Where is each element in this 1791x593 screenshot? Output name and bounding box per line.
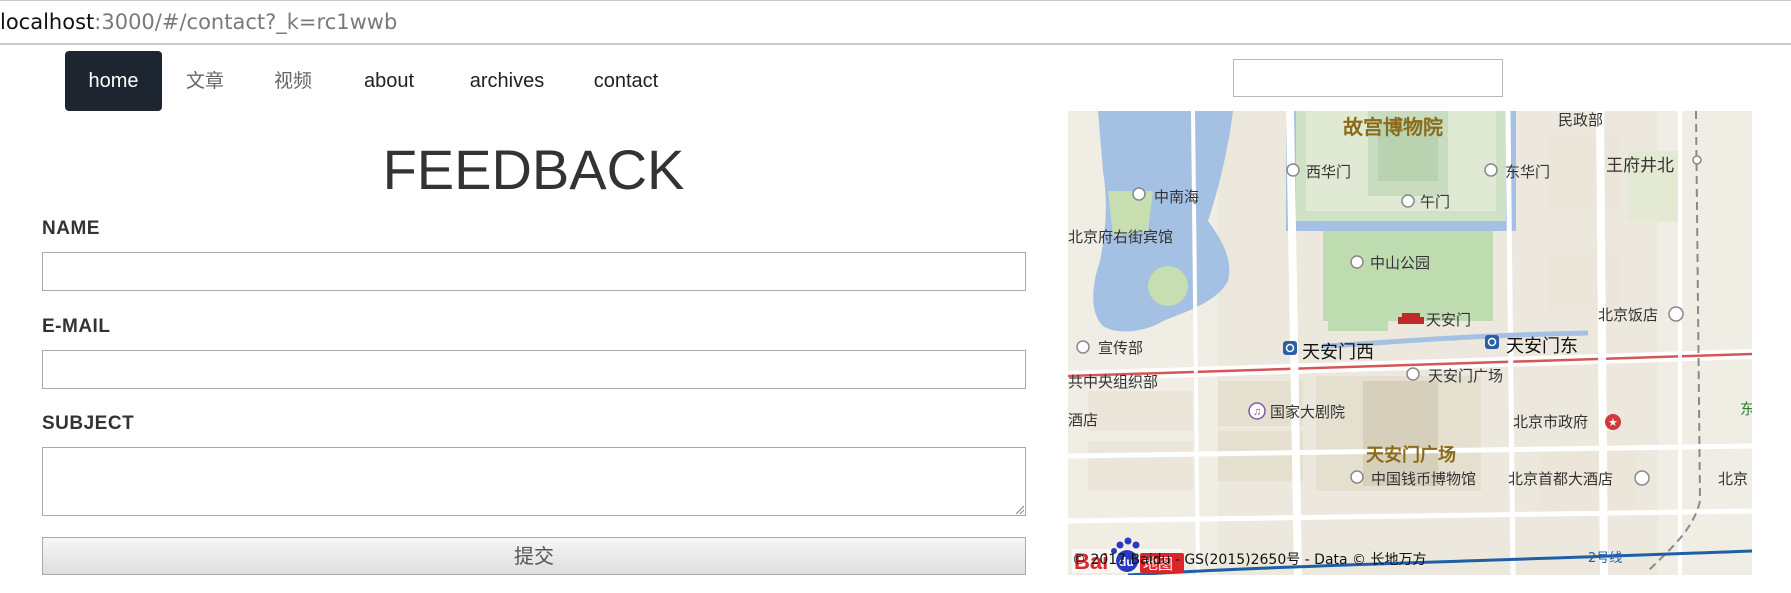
nav-about[interactable]: about <box>354 51 424 111</box>
map-label-dong: 东 <box>1740 400 1752 418</box>
map-label-capital-hotel: 北京首都大酒店 <box>1508 470 1614 488</box>
map-label-tiananmen-east: 天安门东 <box>1506 336 1578 357</box>
url-text[interactable]: localhost:3000/#/contact?_k=rc1wwb <box>0 10 397 34</box>
map-label-tiananmen-west: 天安门西 <box>1302 342 1374 363</box>
nav-contact[interactable]: contact <box>586 51 666 111</box>
map-label-minzhengbu: 民政部 <box>1558 111 1604 129</box>
svg-text:★: ★ <box>1608 417 1618 429</box>
park-icon <box>1350 255 1364 269</box>
map-label-xuanchuanbu: 宣传部 <box>1098 339 1144 357</box>
subject-label: SUBJECT <box>42 413 135 434</box>
url-host: localhost <box>0 10 95 34</box>
email-label: E-MAIL <box>42 316 111 337</box>
subway-icon <box>1283 341 1297 355</box>
map-label-palace: 故宫博物院 <box>1343 115 1443 139</box>
poi-icon <box>1406 367 1420 381</box>
hotel-icon <box>1668 306 1684 322</box>
map-canvas <box>1068 111 1752 575</box>
address-bar[interactable]: localhost:3000/#/contact?_k=rc1wwb <box>0 0 1791 45</box>
map-label-gov: 北京市政府 <box>1513 413 1589 431</box>
nav-archives[interactable]: archives <box>462 51 552 111</box>
museum-icon <box>1350 470 1364 484</box>
poi-icon <box>1132 187 1146 201</box>
map-label-square-small: 天安门广场 <box>1428 367 1504 385</box>
map-label-zuzhibu: 共中央组织部 <box>1068 373 1159 391</box>
map-label-beijing-right: 北京 <box>1718 470 1749 488</box>
map-label-youjie-hotel: 北京府右街宾馆 <box>1068 228 1174 246</box>
nav-videos[interactable]: 视频 <box>263 51 323 111</box>
submit-button[interactable]: 提交 <box>42 537 1026 575</box>
hotel-icon <box>1634 470 1650 486</box>
search-input[interactable] <box>1233 59 1503 97</box>
nav-home[interactable]: home <box>65 51 162 111</box>
name-label: NAME <box>42 218 100 239</box>
map-label-zhongnanhai: 中南海 <box>1154 188 1200 206</box>
map-label-square-big: 天安门广场 <box>1366 445 1456 466</box>
map-label-donghuamen: 东华门 <box>1505 163 1551 181</box>
address-bar-divider <box>0 43 1791 44</box>
subway-station-icon <box>1692 155 1702 165</box>
map-label-tiananmen: 天安门 <box>1426 311 1472 329</box>
government-icon: ★ <box>1605 414 1621 430</box>
map-label-xihuamen: 西华门 <box>1306 163 1352 181</box>
map-label-line2: 2号线 <box>1588 551 1623 566</box>
baidu-map[interactable]: 故宫博物院 民政部 王府井北 西华门 东华门 中南海 午门 北京府右街宾馆 中山… <box>1068 111 1752 575</box>
map-label-zhongshan-park: 中山公园 <box>1370 254 1431 272</box>
resize-grip-icon[interactable] <box>1014 504 1024 514</box>
map-label-beijing-hotel: 北京饭店 <box>1598 306 1659 324</box>
nav-articles[interactable]: 文章 <box>175 51 235 111</box>
map-copyright: © 2017 Baidu - GS(2015)2650号 - Data © 长地… <box>1072 552 1427 568</box>
poi-icon <box>1076 340 1090 354</box>
map-label-theater: 国家大剧院 <box>1270 403 1346 421</box>
name-field[interactable] <box>42 252 1026 291</box>
map-label-hotel-left: 酒店 <box>1068 411 1099 429</box>
music-icon: ♫ <box>1248 402 1266 420</box>
page-title: FEEDBACK <box>382 138 685 201</box>
subject-textarea[interactable] <box>42 447 1026 516</box>
poi-icon <box>1286 163 1300 177</box>
map-label-coin-museum: 中国钱币博物馆 <box>1371 470 1477 488</box>
url-path: :3000/#/contact?_k=rc1wwb <box>94 10 398 34</box>
subway-icon <box>1485 335 1499 349</box>
poi-icon <box>1401 194 1415 208</box>
map-label-wangfujing: 王府井北 <box>1606 156 1674 176</box>
poi-icon <box>1484 163 1498 177</box>
svg-text:♫: ♫ <box>1253 406 1261 418</box>
map-label-wumen: 午门 <box>1420 193 1451 211</box>
tiananmen-gate-icon <box>1398 313 1424 324</box>
email-field[interactable] <box>42 350 1026 389</box>
